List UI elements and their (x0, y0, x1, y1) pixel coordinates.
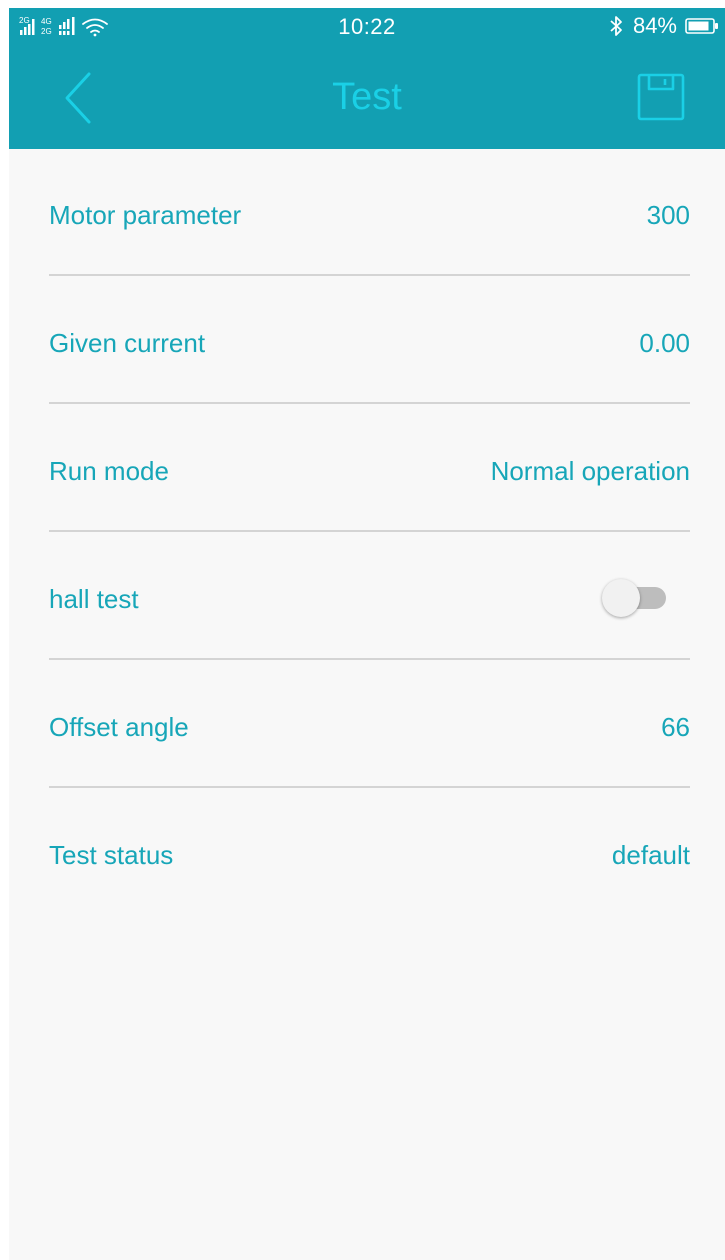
motor-parameter-value: 300 (646, 200, 690, 230)
list-item-motor-parameter[interactable]: Motor parameter 300 (49, 200, 690, 328)
list-item-hall-test: hall test (49, 579, 690, 712)
motor-parameter-label: Motor parameter (49, 200, 242, 230)
divider (49, 658, 690, 660)
run-mode-label: Run mode (49, 456, 169, 486)
divider (49, 786, 690, 788)
battery-percent: 84% (632, 13, 677, 38)
screen: 2G 4G 2G 10:22 84% Test Motor parameter … (9, 8, 725, 1260)
offset-angle-value: 66 (661, 712, 690, 742)
save-button[interactable] (636, 72, 686, 122)
hall-test-toggle[interactable] (602, 578, 668, 618)
status-bar: 2G 4G 2G 10:22 84% (9, 8, 725, 44)
list-item-offset-angle[interactable]: Offset angle 66 (49, 712, 690, 840)
list-item-test-status: Test status default (49, 840, 690, 968)
test-status-value: default (611, 840, 690, 870)
divider (49, 530, 690, 532)
bluetooth-icon (610, 16, 622, 36)
divider (49, 402, 690, 404)
save-floppy-icon (637, 73, 685, 121)
given-current-label: Given current (49, 328, 206, 358)
offset-angle-label: Offset angle (49, 712, 189, 742)
list-item-given-current[interactable]: Given current 0.00 (49, 328, 690, 456)
divider (49, 274, 690, 276)
app-header: 2G 4G 2G 10:22 84% Test (9, 8, 725, 149)
toggle-knob (602, 579, 640, 617)
run-mode-value: Normal operation (490, 456, 690, 486)
battery-icon (685, 18, 718, 34)
list-item-run-mode[interactable]: Run mode Normal operation (49, 456, 690, 584)
hall-test-label: hall test (49, 584, 139, 614)
test-status-label: Test status (49, 840, 174, 870)
page-title: Test (332, 76, 402, 118)
status-right-group: 84% (607, 13, 719, 39)
given-current-value: 0.00 (639, 328, 690, 358)
